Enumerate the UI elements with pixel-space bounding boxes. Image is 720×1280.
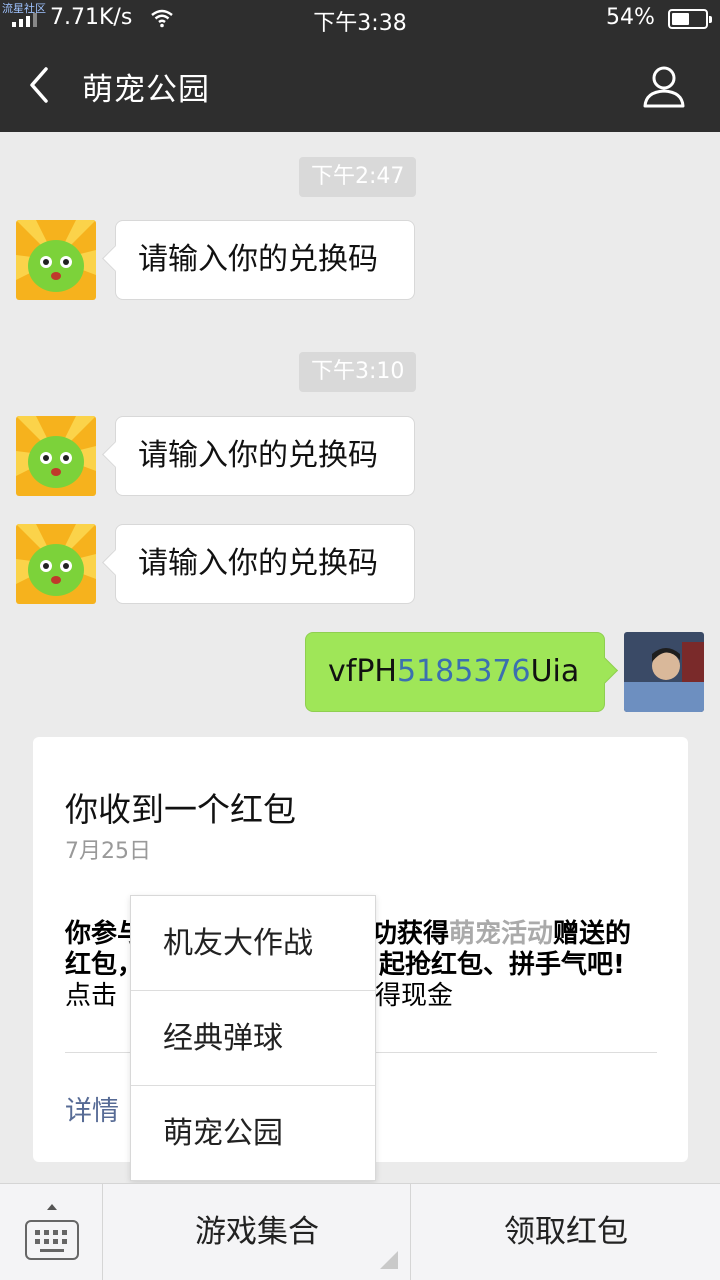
title-bar: 萌宠公园: [0, 38, 720, 132]
battery-icon: [668, 9, 712, 29]
bottom-menu-bar: 游戏集合 领取红包: [0, 1183, 720, 1280]
sent-code-suffix: Uia: [530, 654, 580, 689]
user-avatar[interactable]: [624, 632, 704, 712]
person-icon[interactable]: [640, 62, 688, 110]
chat-title: 萌宠公园: [82, 72, 210, 108]
keyboard-icon: [25, 1220, 79, 1260]
battery-percent: 54%: [606, 5, 655, 30]
sent-code-prefix: vfPH: [328, 654, 397, 689]
submenu-indicator-icon: [380, 1251, 398, 1269]
card-body-text: 功获得: [371, 919, 450, 949]
bot-avatar[interactable]: [16, 220, 96, 300]
card-date: 7月25日: [65, 839, 151, 864]
message-bubble[interactable]: 请输入你的兑换码: [115, 524, 415, 604]
timestamp: 下午3:10: [299, 352, 417, 392]
arrow-up-icon: [47, 1204, 57, 1210]
status-bar: 流星社区 7.71K/s 下午3:38 54%: [0, 0, 720, 38]
sent-code-digits: 5185376: [396, 654, 531, 689]
message-bubble[interactable]: 请输入你的兑换码: [115, 220, 415, 300]
menu-item-jiyou[interactable]: 机友大作战: [131, 896, 375, 991]
card-title: 你收到一个红包: [65, 790, 296, 829]
games-popup-menu: 机友大作战 经典弹球 萌宠公园: [130, 895, 376, 1181]
card-highlight: 萌宠活动: [449, 919, 554, 949]
card-body-text: 起抢红包、拼手气吧!: [379, 950, 625, 980]
card-body-text: 得现金: [375, 981, 454, 1011]
card-body-text: 点击: [65, 981, 118, 1011]
games-menu-button[interactable]: 游戏集合: [104, 1184, 411, 1280]
games-menu-label: 游戏集合: [195, 1214, 319, 1250]
timestamp: 下午2:47: [299, 157, 417, 197]
menu-item-pet-park[interactable]: 萌宠公园: [131, 1086, 375, 1181]
card-detail-link[interactable]: 详情: [65, 1089, 119, 1128]
card-body-text: 赠送的: [553, 919, 632, 949]
sent-message-bubble[interactable]: vfPH5185376Uia: [305, 632, 605, 712]
menu-item-pinball[interactable]: 经典弹球: [131, 991, 375, 1086]
bot-avatar[interactable]: [16, 416, 96, 496]
message-bubble[interactable]: 请输入你的兑换码: [115, 416, 415, 496]
bot-avatar[interactable]: [16, 524, 96, 604]
chevron-left-icon[interactable]: [20, 63, 60, 107]
keyboard-toggle-button[interactable]: [0, 1184, 103, 1280]
red-packet-button[interactable]: 领取红包: [412, 1184, 720, 1280]
